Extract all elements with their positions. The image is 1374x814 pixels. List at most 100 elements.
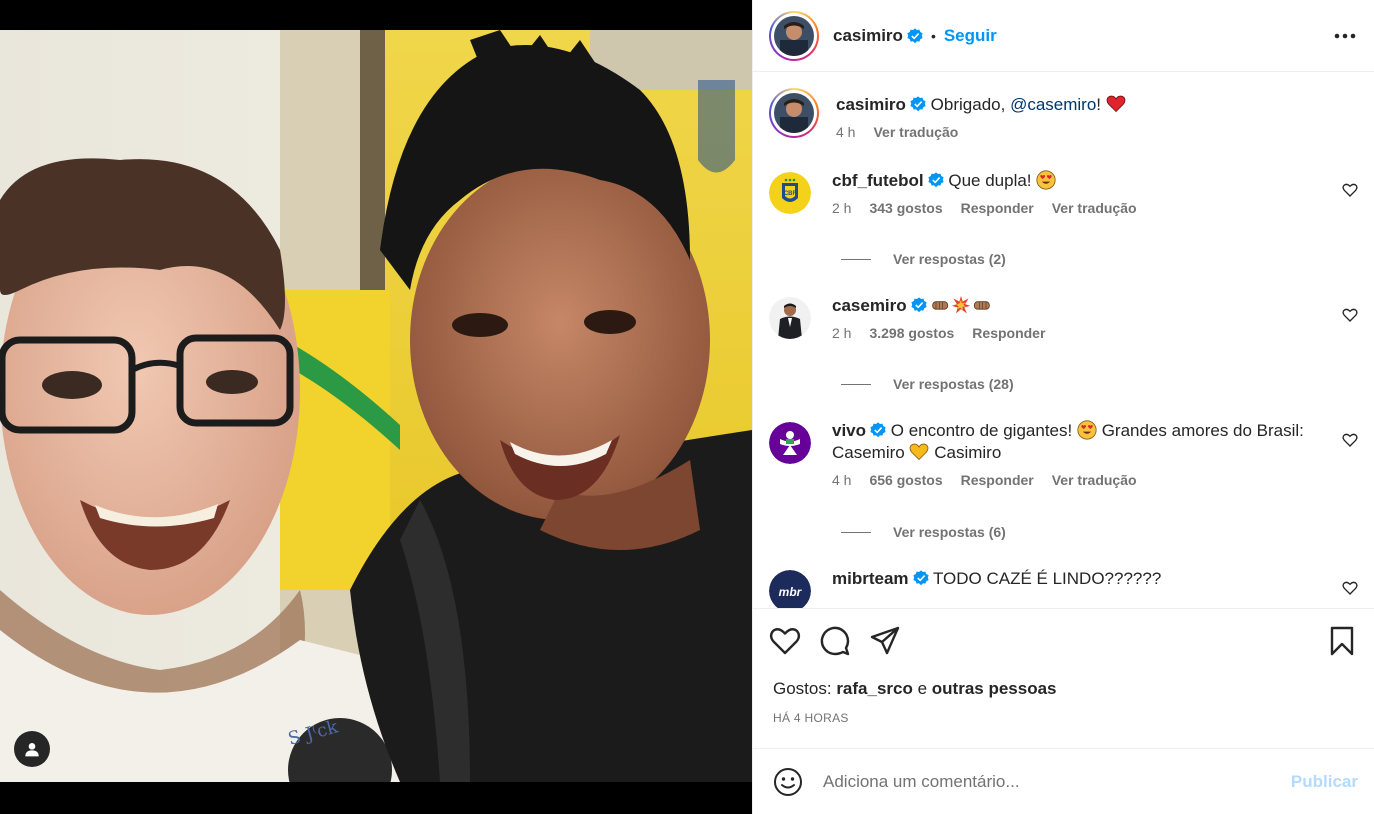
view-replies-label: Ver respostas (6)	[893, 524, 1006, 540]
post-media: S J⁽ck	[0, 0, 752, 814]
action-bar	[769, 625, 1358, 657]
comment-item: vivo O encontro de gigantes! Grandes amo…	[769, 420, 1358, 488]
tagged-users-button[interactable]	[14, 731, 50, 767]
caption-username[interactable]: casimiro	[836, 95, 906, 114]
left-fist-emoji-icon	[974, 301, 991, 310]
comment-likes-count[interactable]: 656 gostos	[869, 472, 942, 488]
more-options-icon	[1334, 33, 1356, 38]
commenter-username[interactable]: casemiro	[832, 296, 907, 315]
caption-text-prefix: Obrigado,	[930, 95, 1011, 114]
reply-button[interactable]: Responder	[961, 200, 1034, 216]
verified-badge-icon	[928, 172, 944, 188]
commenter-avatar[interactable]: mbr	[769, 570, 811, 608]
vivo-logo-avatar	[769, 422, 811, 464]
comment-item: mbr mibrteam TODO CAZÉ É LINDO??????	[769, 568, 1358, 608]
reply-button[interactable]: Responder	[972, 325, 1045, 341]
author-username[interactable]: casimiro	[833, 26, 903, 46]
commenter-avatar[interactable]	[769, 422, 811, 464]
add-comment-bar: Publicar	[753, 748, 1374, 814]
verified-badge-icon	[870, 422, 886, 438]
caption-time[interactable]: 4 h	[836, 124, 855, 140]
post-header: casimiro • Seguir	[753, 0, 1374, 72]
instagram-post-view: S J⁽ck casimiro • Seguir casimiro Obriga…	[0, 0, 1374, 814]
replies-divider	[841, 258, 871, 260]
post-photo[interactable]: S J⁽ck	[0, 30, 752, 782]
comment-text-part-1: O encontro de gigantes!	[890, 421, 1073, 440]
other-likers-link[interactable]: outras pessoas	[932, 679, 1057, 698]
svg-text:CBF: CBF	[784, 191, 797, 197]
replies-divider	[841, 383, 871, 385]
likes-prefix: Gostos:	[773, 679, 837, 698]
caption-mention[interactable]: @casemiro	[1010, 95, 1096, 114]
comment-icon[interactable]	[819, 625, 851, 657]
header-separator: •	[930, 27, 936, 44]
comment-time[interactable]: 4 h	[832, 472, 851, 488]
user-tag-icon	[25, 743, 39, 757]
comment-time[interactable]: 2 h	[832, 200, 851, 216]
post-side-panel: casimiro • Seguir casimiro Obrigado, @ca…	[752, 0, 1374, 814]
verified-badge-icon	[907, 27, 923, 43]
svg-text:mbr: mbr	[779, 585, 803, 599]
translate-link[interactable]: Ver tradução	[1052, 472, 1137, 488]
commenter-username[interactable]: mibrteam	[832, 569, 909, 588]
heart-icon[interactable]	[769, 625, 801, 657]
comment-time[interactable]: 2 h	[832, 325, 851, 341]
comment-like-heart-icon[interactable]	[1342, 432, 1358, 448]
comment-item: CBF cbf_futebol Que dupla! 2 h 343 gosto…	[769, 170, 1358, 216]
selfie-image: S J⁽ck	[0, 30, 752, 782]
liker-username[interactable]: rafa_srco	[836, 679, 913, 698]
commenter-avatar[interactable]: CBF	[769, 172, 811, 214]
comment-item: casemiro 2 h 3.298 gostos Responder	[769, 295, 1358, 341]
verified-badge-icon	[911, 297, 927, 313]
comment-like-heart-icon[interactable]	[1342, 307, 1358, 323]
commenter-username[interactable]: vivo	[832, 421, 866, 440]
caption-text-suffix: !	[1096, 95, 1102, 114]
view-replies-button[interactable]: Ver respostas (6)	[841, 524, 1006, 540]
bookmark-icon[interactable]	[1326, 625, 1358, 657]
comment-text: Que dupla!	[948, 171, 1032, 190]
comment-like-heart-icon[interactable]	[1342, 580, 1358, 596]
cbf-logo-avatar: CBF	[769, 172, 811, 214]
follow-button[interactable]: Seguir	[944, 26, 997, 46]
replies-divider	[841, 531, 871, 533]
mibr-logo-avatar: mbr	[769, 570, 811, 608]
red-heart-emoji-icon	[1106, 95, 1126, 113]
verified-badge-icon	[912, 570, 929, 586]
translate-link[interactable]: Ver tradução	[1052, 200, 1137, 216]
comment-likes-count[interactable]: 343 gostos	[869, 200, 942, 216]
heart-eyes-emoji-icon	[1077, 420, 1097, 440]
comment-like-heart-icon[interactable]	[1342, 182, 1358, 198]
view-replies-label: Ver respostas (2)	[893, 251, 1006, 267]
likes-connector: e	[912, 679, 932, 698]
author-avatar	[774, 15, 814, 56]
view-replies-button[interactable]: Ver respostas (28)	[841, 376, 1014, 392]
caption-avatar-ring[interactable]	[769, 88, 819, 138]
post-timestamp[interactable]: HÁ 4 HORAS	[773, 711, 849, 725]
commenter-username[interactable]: cbf_futebol	[832, 171, 924, 190]
view-replies-label: Ver respostas (28)	[893, 376, 1014, 392]
yellow-heart-emoji-icon	[910, 443, 929, 461]
commenter-avatar[interactable]	[769, 297, 811, 339]
post-actions-section: Gostos: rafa_srco e outras pessoas HÁ 4 …	[753, 608, 1374, 748]
likes-summary: Gostos: rafa_srco e outras pessoas	[773, 679, 1057, 699]
publish-button[interactable]: Publicar	[1291, 772, 1358, 792]
caption-translate-link[interactable]: Ver tradução	[873, 124, 958, 140]
heart-eyes-emoji-icon	[1036, 170, 1056, 190]
view-replies-button[interactable]: Ver respostas (2)	[841, 251, 1006, 267]
emoji-icon[interactable]	[773, 767, 803, 797]
share-icon[interactable]	[869, 625, 901, 657]
casemiro-avatar	[769, 297, 811, 339]
caption: casimiro Obrigado, @casemiro! 4 h Ver tr…	[769, 88, 1358, 140]
comment-input[interactable]	[823, 771, 1291, 792]
comment-text: TODO CAZÉ É LINDO??????	[932, 569, 1162, 588]
collision-emoji-icon	[952, 295, 971, 314]
caption-avatar	[774, 93, 814, 133]
comment-text-part-3: Casimiro	[934, 443, 1002, 462]
comments-list[interactable]: casimiro Obrigado, @casemiro! 4 h Ver tr…	[753, 72, 1374, 608]
comment-likes-count[interactable]: 3.298 gostos	[869, 325, 954, 341]
reply-button[interactable]: Responder	[961, 472, 1034, 488]
verified-badge-icon	[910, 96, 926, 112]
right-fist-emoji-icon	[932, 301, 949, 310]
author-avatar-ring[interactable]	[769, 10, 819, 61]
more-options-button[interactable]	[1332, 23, 1358, 49]
